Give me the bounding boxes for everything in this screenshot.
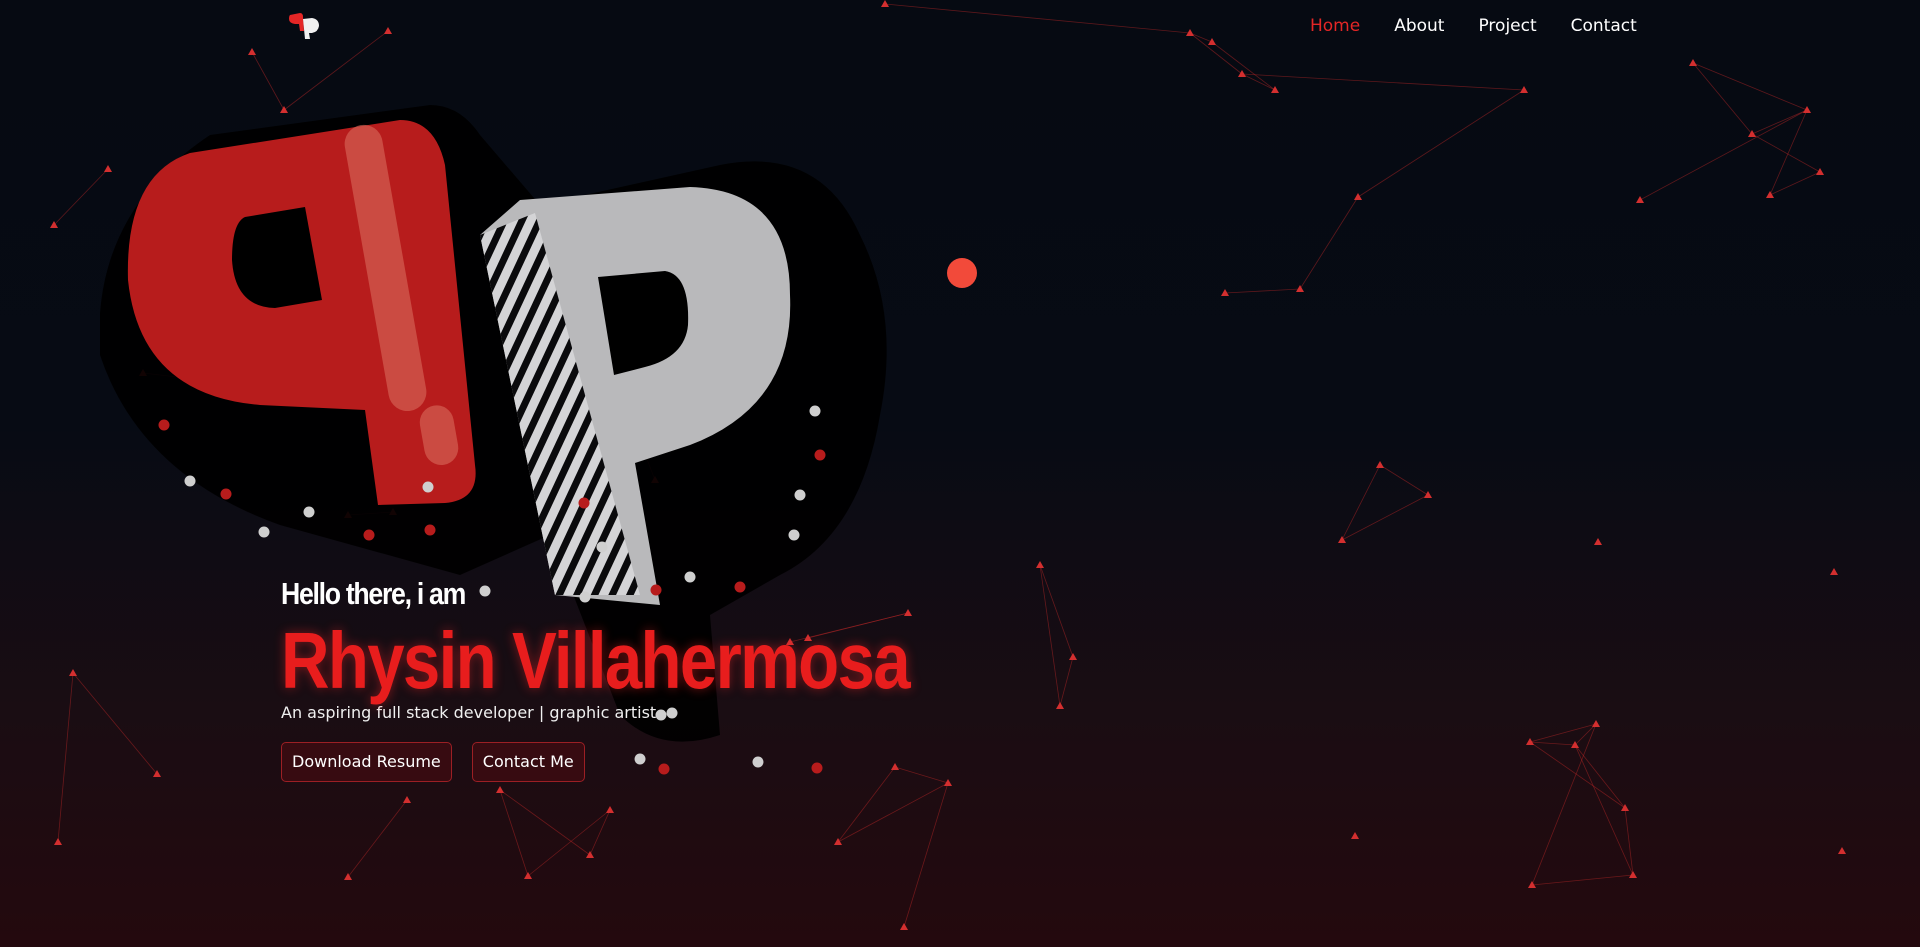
particle-link <box>1769 109 1808 196</box>
download-resume-button[interactable]: Download Resume <box>281 742 452 782</box>
particle-link <box>1531 723 1597 886</box>
particle-link <box>1692 62 1808 111</box>
particle-node <box>1376 461 1384 468</box>
particle-link <box>1692 62 1753 135</box>
particle-link <box>1241 73 1525 91</box>
particle-link <box>1341 464 1381 541</box>
particle-node <box>1830 568 1838 575</box>
particle-node <box>1296 285 1304 292</box>
logo-dot <box>814 449 826 461</box>
particle-link <box>1299 196 1359 290</box>
particle-link <box>1529 741 1576 746</box>
logo-dot <box>422 481 434 493</box>
particle-node <box>384 27 392 34</box>
particle-link <box>1211 41 1276 91</box>
particle-node <box>1838 847 1846 854</box>
particle-node <box>834 838 842 845</box>
particle-link <box>1574 744 1626 809</box>
logo-dot <box>788 529 800 541</box>
particle-link <box>1751 109 1808 135</box>
particle-link <box>1241 73 1276 91</box>
particle-link <box>1531 874 1634 886</box>
particle-node <box>344 873 352 880</box>
particle-link <box>57 672 74 843</box>
particle-link <box>1624 807 1634 876</box>
particle-link <box>1529 741 1626 809</box>
particle-link <box>1357 89 1525 198</box>
particle-node <box>1766 191 1774 198</box>
hero-greeting: Hello there, i am <box>281 576 466 611</box>
particle-link <box>1769 171 1821 196</box>
logo-dot <box>220 488 232 500</box>
logo-dot <box>184 475 196 487</box>
particle-link <box>1059 656 1074 707</box>
nav-link-home[interactable]: Home <box>1310 14 1360 38</box>
nav-link-project[interactable]: Project <box>1478 14 1536 38</box>
particle-node <box>1594 538 1602 545</box>
particle-node <box>900 923 908 930</box>
particle-node <box>69 669 77 676</box>
particle-node <box>1056 702 1064 709</box>
particle-node <box>1069 653 1077 660</box>
particle-link <box>1224 288 1301 294</box>
logo-dot <box>578 497 590 509</box>
logo-dot <box>363 529 375 541</box>
logo-dot <box>303 506 315 518</box>
particle-node <box>1354 193 1362 200</box>
hero-name: Rhysin Villahermosa <box>281 616 911 705</box>
particle-link <box>1039 564 1074 658</box>
particle-link <box>1379 464 1429 496</box>
particle-node <box>54 838 62 845</box>
contact-me-button[interactable]: Contact Me <box>471 742 585 782</box>
particle-node <box>248 48 256 55</box>
site-logo[interactable] <box>288 11 324 41</box>
nav-link-about[interactable]: About <box>1394 14 1444 38</box>
particle-link <box>1341 494 1429 541</box>
logo-dot <box>158 419 170 431</box>
particle-node <box>1338 536 1346 543</box>
hero-section: Hello there, i am Rhysin Villahermosa An… <box>281 574 1029 782</box>
particle-link <box>1639 109 1808 201</box>
logo-dot <box>794 489 806 501</box>
particle-node <box>586 851 594 858</box>
nav-link-contact[interactable]: Contact <box>1571 14 1637 38</box>
particle-node <box>1424 491 1432 498</box>
particle-link <box>884 3 1191 34</box>
logo-dot <box>596 541 608 553</box>
hero-tagline: An aspiring full stack developer | graph… <box>281 703 657 722</box>
particle-link <box>1529 723 1597 743</box>
particle-node <box>1238 70 1246 77</box>
particle-link <box>1751 133 1821 173</box>
particle-node <box>1629 871 1637 878</box>
particle-node <box>1803 106 1811 113</box>
logo-dot <box>258 526 270 538</box>
particle-link <box>1039 564 1061 707</box>
logo-dot <box>809 405 821 417</box>
particle-node <box>1689 59 1697 66</box>
particle-node <box>1271 86 1279 93</box>
particle-link <box>1189 32 1213 43</box>
particle-node <box>1816 168 1824 175</box>
particle-node <box>881 0 889 7</box>
main-navigation: Home About Project Contact <box>1310 14 1637 38</box>
particle-link <box>1189 32 1243 75</box>
particle-node <box>1592 720 1600 727</box>
particle-node <box>1208 38 1216 45</box>
logo-dot <box>947 258 977 288</box>
hero-button-row: Download Resume Contact Me <box>281 742 1029 782</box>
logo-dot <box>424 524 436 536</box>
particle-node <box>1351 832 1359 839</box>
particle-node <box>524 872 532 879</box>
particle-node <box>1636 196 1644 203</box>
